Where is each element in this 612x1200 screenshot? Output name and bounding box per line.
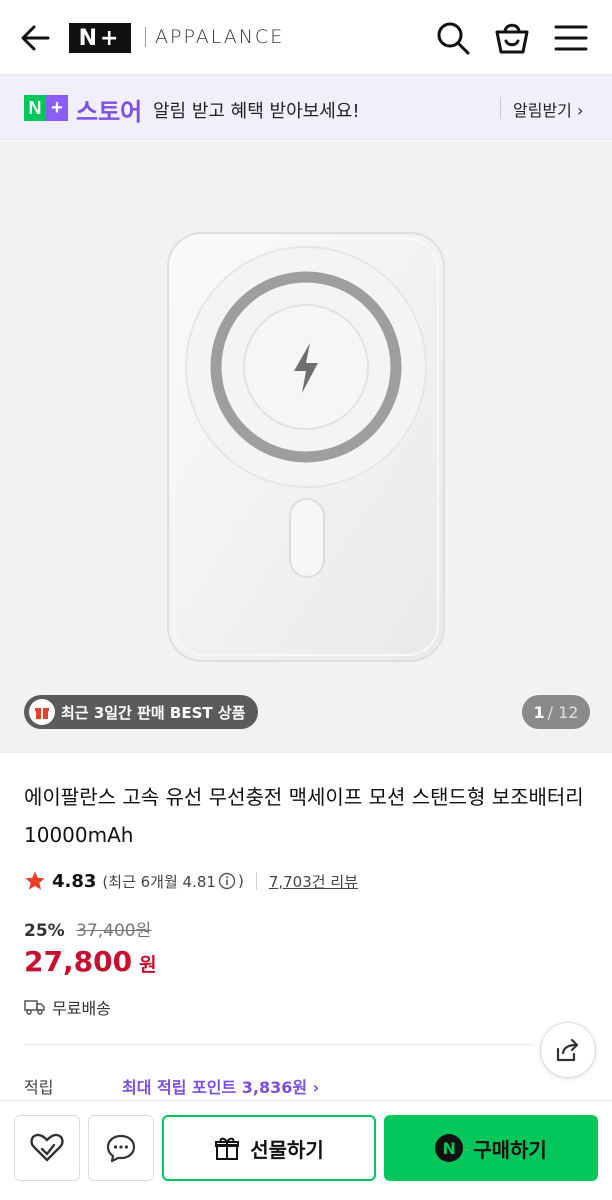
discount-percent: 25%: [24, 921, 65, 941]
buy-button[interactable]: N 구매하기: [384, 1115, 598, 1181]
truck-icon: [24, 1000, 45, 1015]
heart-icon: [30, 1133, 64, 1162]
top-header: N+ APPALANCE: [0, 0, 612, 75]
talk-button[interactable]: [88, 1115, 154, 1181]
brand-name[interactable]: APPALANCE: [155, 26, 284, 48]
gift-button-label: 선물하기: [250, 1137, 324, 1162]
shipping-info: 무료배송: [24, 995, 111, 1019]
review-count-link[interactable]: 7,703건 리뷰: [269, 871, 358, 892]
product-image-gallery[interactable]: 최근 3일간 판매 BEST 상품 1 / 12: [0, 141, 612, 753]
bottom-action-bar: 선물하기 N 구매하기: [0, 1100, 612, 1200]
points-value-link[interactable]: 최대 적립 포인트 3,836원 ›: [122, 1074, 319, 1098]
notification-subscribe-link[interactable]: 알림받기 ›: [513, 97, 583, 121]
cart-icon[interactable]: [492, 19, 532, 57]
product-image: [167, 232, 445, 662]
share-button[interactable]: [540, 1022, 596, 1078]
shipping-label: 무료배송: [52, 999, 111, 1018]
price-amount: 27,800: [24, 945, 133, 978]
price-unit: 원: [139, 954, 157, 976]
banner-message: 알림 받고 혜택 받아보세요!: [153, 101, 360, 122]
badge-plus: +: [46, 95, 68, 121]
npay-icon: N: [435, 1134, 464, 1162]
store-word: 스토어: [76, 98, 143, 126]
rating-divider: [255, 872, 257, 890]
naver-plus-store-badge: N +: [24, 95, 68, 121]
recent-rating: (최근 6개월 4.81: [102, 872, 216, 891]
recent-rating-close: ): [237, 872, 244, 890]
logo-divider: [145, 27, 146, 47]
banner-divider: [500, 97, 501, 119]
product-title: 에이팔란스 고속 유선 무선충전 맥세이프 모션 스탠드형 보조배터리 1000…: [24, 785, 584, 847]
current-image-page: 1: [533, 702, 545, 722]
search-icon[interactable]: [434, 19, 472, 57]
gift-button[interactable]: 선물하기: [162, 1115, 376, 1181]
menu-icon[interactable]: [552, 21, 590, 55]
points-label: 적립: [24, 1078, 54, 1097]
buy-button-label: 구매하기: [473, 1137, 547, 1162]
image-page-indicator: 1 / 12: [522, 695, 590, 729]
total-image-pages: / 12: [547, 702, 579, 722]
badge-n: N: [24, 95, 46, 121]
naver-plus-logo[interactable]: N+: [69, 23, 131, 53]
rating-score: 4.83: [52, 870, 97, 892]
star-icon: [25, 871, 45, 890]
sale-price: 27,800 원: [24, 945, 157, 978]
like-button[interactable]: [14, 1115, 80, 1181]
share-icon: [556, 1038, 579, 1062]
info-icon[interactable]: [218, 872, 236, 890]
chat-bubble-icon: [106, 1134, 136, 1163]
gift-icon: [215, 1137, 240, 1160]
best-seller-badge: 최근 3일간 판매 BEST 상품: [24, 695, 259, 729]
discount-row: 25% 37,400원: [24, 916, 151, 941]
rating-row: 4.83 (최근 6개월 4.81 ) 7,703건 리뷰: [24, 868, 358, 894]
store-notification-banner[interactable]: N + 스토어 알림 받고 혜택 받아보세요! 알림받기 ›: [0, 75, 612, 140]
original-price: 37,400원: [76, 921, 152, 941]
gift-box-icon: [29, 699, 55, 725]
section-divider: [24, 1044, 532, 1045]
best-badge-label: 최근 3일간 판매 BEST 상품: [61, 703, 246, 722]
back-arrow-icon[interactable]: [18, 22, 52, 54]
